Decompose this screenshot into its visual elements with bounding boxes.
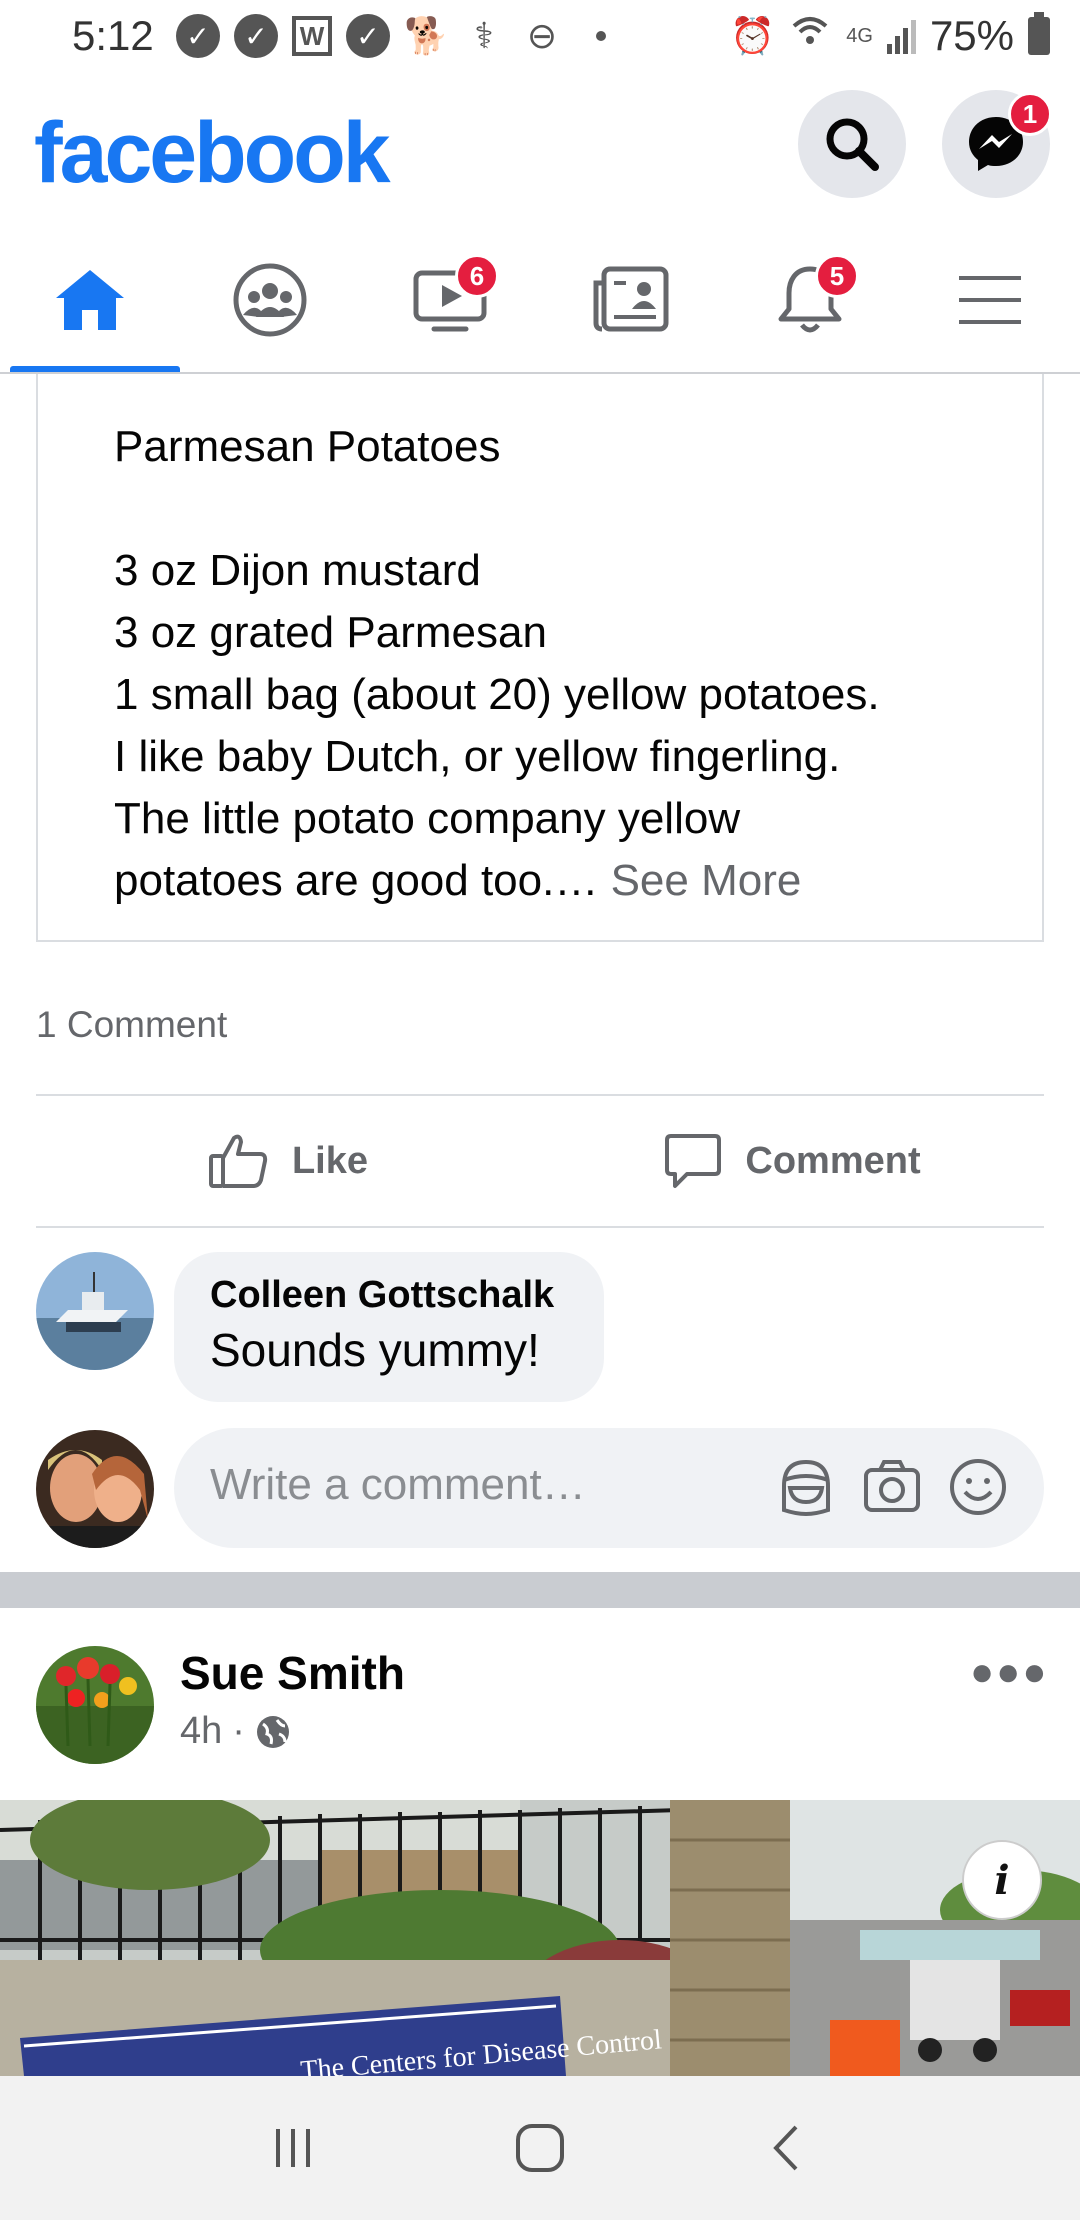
tab-menu[interactable] bbox=[900, 228, 1080, 372]
back-icon[interactable] bbox=[762, 2123, 812, 2173]
info-icon[interactable]: i bbox=[962, 1840, 1042, 1920]
comment-bubble-icon bbox=[665, 1134, 722, 1188]
see-more-link[interactable]: See More bbox=[611, 856, 802, 905]
comment-label: Comment bbox=[745, 1139, 921, 1182]
feed-separator bbox=[0, 1572, 1080, 1608]
tab-watch[interactable]: 6 bbox=[360, 228, 540, 372]
post-image[interactable]: The Centers for Disease Control bbox=[0, 1800, 1080, 2076]
recent-apps-icon[interactable] bbox=[268, 2123, 318, 2173]
globe-icon bbox=[256, 1715, 289, 1748]
tab-groups[interactable] bbox=[180, 228, 360, 372]
check-circle-icon: ✓ bbox=[234, 14, 278, 58]
news-icon bbox=[593, 266, 669, 332]
comment-author[interactable]: Colleen Gottschalk bbox=[210, 1274, 568, 1317]
post-author-avatar[interactable] bbox=[36, 1646, 154, 1764]
pet-icon: ⚕ bbox=[474, 15, 494, 56]
hamburger-menu-icon bbox=[959, 276, 1021, 324]
wifi-icon bbox=[788, 14, 832, 59]
comment-placeholder: Write a comment… bbox=[210, 1460, 586, 1509]
recipe-line: I like baby Dutch, or yellow fingerling. bbox=[114, 732, 841, 781]
shared-post-card[interactable]: Parmesan Potatoes 3 oz Dijon mustard 3 o… bbox=[36, 374, 1044, 942]
network-type: 4G bbox=[846, 24, 873, 47]
check-circle-icon: ✓ bbox=[176, 14, 220, 58]
search-icon bbox=[826, 118, 879, 171]
divider bbox=[36, 1226, 1044, 1228]
recipe-line: The little potato company yellow bbox=[114, 794, 741, 843]
commenter-avatar[interactable] bbox=[36, 1252, 154, 1370]
thumbs-up-icon bbox=[208, 1134, 268, 1188]
search-button[interactable] bbox=[798, 90, 906, 198]
tab-news[interactable] bbox=[540, 228, 720, 372]
comment-text: Sounds yummy! bbox=[210, 1324, 540, 1376]
active-tab-indicator bbox=[10, 366, 180, 372]
system-navigation-bar bbox=[0, 2076, 1080, 2220]
dog-icon: 🐕 bbox=[404, 15, 449, 56]
tab-bar: 6 5 bbox=[0, 228, 1080, 374]
watch-badge: 6 bbox=[455, 254, 499, 298]
status-notification-icons: ✓ ✓ W ✓ 🐕 ⚕ ⊖ bbox=[176, 14, 606, 58]
notifications-badge: 5 bbox=[815, 254, 859, 298]
groups-icon bbox=[233, 263, 307, 337]
comment-bubble[interactable]: Colleen Gottschalk Sounds yummy! bbox=[174, 1252, 604, 1402]
meta-separator: · bbox=[232, 1710, 245, 1752]
recipe-line: potatoes are good too.… bbox=[114, 856, 611, 905]
messenger-badge: 1 bbox=[1008, 92, 1052, 136]
recipe-line: 1 small bag (about 20) yellow potatoes. bbox=[114, 670, 880, 719]
messenger-button[interactable]: 1 bbox=[942, 90, 1052, 198]
status-time: 5:12 bbox=[72, 12, 154, 59]
post-author-name[interactable]: Sue Smith bbox=[180, 1646, 405, 1700]
app-header: facebook 1 bbox=[0, 78, 1080, 228]
like-button[interactable]: Like bbox=[36, 1096, 540, 1226]
battery-icon bbox=[1028, 12, 1050, 55]
post-options-button[interactable]: ●●● bbox=[970, 1650, 1048, 1695]
user-avatar[interactable] bbox=[36, 1430, 154, 1548]
battery-percent: 75% bbox=[929, 12, 1014, 59]
signal-icon bbox=[886, 18, 916, 54]
recipe-line: 3 oz grated Parmesan bbox=[114, 608, 547, 657]
comment-input[interactable]: Write a comment… bbox=[174, 1428, 1044, 1548]
home-nav-icon[interactable] bbox=[513, 2121, 567, 2175]
home-icon bbox=[56, 270, 124, 330]
check-circle-icon: ✓ bbox=[346, 14, 390, 58]
tab-notifications[interactable]: 5 bbox=[720, 228, 900, 372]
recipe-title: Parmesan Potatoes bbox=[114, 422, 501, 471]
recipe-line: 3 oz Dijon mustard bbox=[114, 546, 481, 595]
camera-icon[interactable] bbox=[862, 1456, 922, 1518]
more-notifications-dot bbox=[596, 31, 606, 41]
dnd-icon: ⊖ bbox=[526, 15, 558, 56]
avatar-sticker-icon[interactable] bbox=[776, 1456, 836, 1518]
emoji-icon[interactable] bbox=[948, 1456, 1008, 1518]
comment-button[interactable]: Comment bbox=[540, 1096, 1044, 1226]
alarm-icon: ⏰ bbox=[730, 15, 776, 56]
post-time[interactable]: 4h bbox=[180, 1710, 222, 1753]
post-actions: Like Comment bbox=[36, 1096, 1044, 1226]
w-app-icon: W bbox=[292, 16, 332, 56]
like-label: Like bbox=[291, 1139, 369, 1182]
comment-count[interactable]: 1 Comment bbox=[36, 1004, 227, 1046]
status-bar: 5:12 ✓ ✓ W ✓ 🐕 ⚕ ⊖ ⏰ 4G 75% bbox=[0, 0, 1080, 78]
recipe-last-line: potatoes are good too.… See More bbox=[114, 850, 1014, 912]
post-text: Parmesan Potatoes 3 oz Dijon mustard 3 o… bbox=[114, 416, 1014, 912]
post-meta: 4h · bbox=[180, 1710, 291, 1753]
tab-home[interactable] bbox=[0, 228, 180, 372]
facebook-logo[interactable]: facebook bbox=[34, 104, 391, 203]
